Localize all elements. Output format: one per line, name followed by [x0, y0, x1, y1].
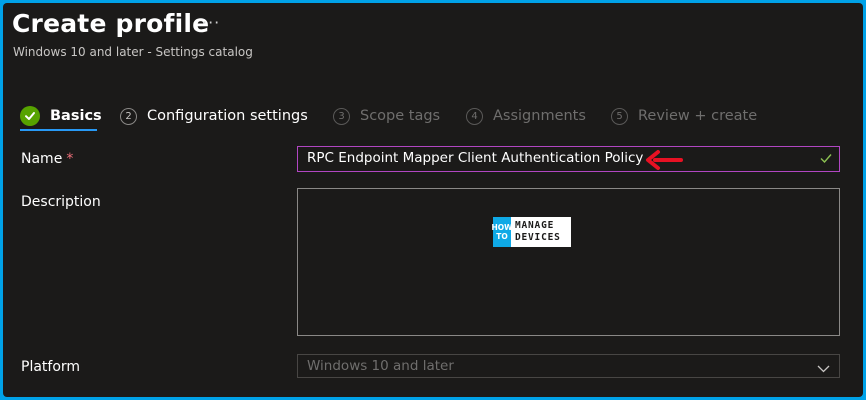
tab-label: Basics	[50, 108, 102, 124]
tab-label: Assignments	[493, 108, 586, 124]
step-number: 2	[120, 107, 137, 125]
name-input[interactable]: RPC Endpoint Mapper Client Authenticatio…	[297, 146, 840, 172]
watermark-logo: HOW TO MANAGE DEVICES	[491, 217, 571, 247]
description-label: Description	[21, 194, 101, 210]
tab-label: Configuration settings	[147, 108, 308, 124]
chevron-down-icon	[817, 361, 830, 377]
tab-label: Scope tags	[360, 108, 441, 124]
platform-label: Platform	[21, 359, 81, 375]
watermark-how-to: HOW TO	[491, 217, 513, 247]
checkmark-icon	[819, 151, 833, 169]
name-input-value: RPC Endpoint Mapper Client Authenticatio…	[307, 150, 644, 166]
description-textarea[interactable]	[297, 188, 840, 336]
tab-basics[interactable]: Basics	[20, 101, 102, 131]
more-options-button[interactable]: ···	[202, 13, 220, 32]
active-tab-indicator	[20, 129, 97, 131]
watermark-line4: DEVICES	[515, 232, 561, 243]
tab-configuration-settings[interactable]: 2 Configuration settings	[120, 101, 308, 131]
step-number: 3	[333, 107, 350, 125]
watermark-brand: MANAGE DEVICES	[511, 220, 571, 244]
tab-review-create[interactable]: 5 Review + create	[611, 101, 757, 131]
name-label-text: Name	[21, 151, 63, 167]
watermark-line2: TO	[496, 232, 508, 241]
name-label: Name *	[21, 151, 73, 167]
platform-dropdown[interactable]: Windows 10 and later	[297, 354, 840, 378]
checkmark-circle-icon	[20, 106, 40, 126]
red-arrow-icon	[645, 149, 683, 175]
platform-value: Windows 10 and later	[307, 358, 454, 374]
step-number: 4	[466, 107, 483, 125]
tab-assignments[interactable]: 4 Assignments	[466, 101, 586, 131]
step-number: 5	[611, 107, 628, 125]
required-indicator: *	[66, 151, 74, 167]
page-subtitle: Windows 10 and later - Settings catalog	[13, 45, 253, 59]
watermark-line3: MANAGE	[515, 220, 555, 231]
wizard-steps: Basics 2 Configuration settings 3 Scope …	[3, 101, 863, 131]
tab-scope-tags[interactable]: 3 Scope tags	[333, 101, 440, 131]
tab-label: Review + create	[638, 108, 758, 124]
watermark-line1: HOW	[491, 223, 513, 232]
page-title: Create profile	[12, 9, 210, 38]
create-profile-panel: Create profile ··· Windows 10 and later …	[3, 3, 863, 397]
